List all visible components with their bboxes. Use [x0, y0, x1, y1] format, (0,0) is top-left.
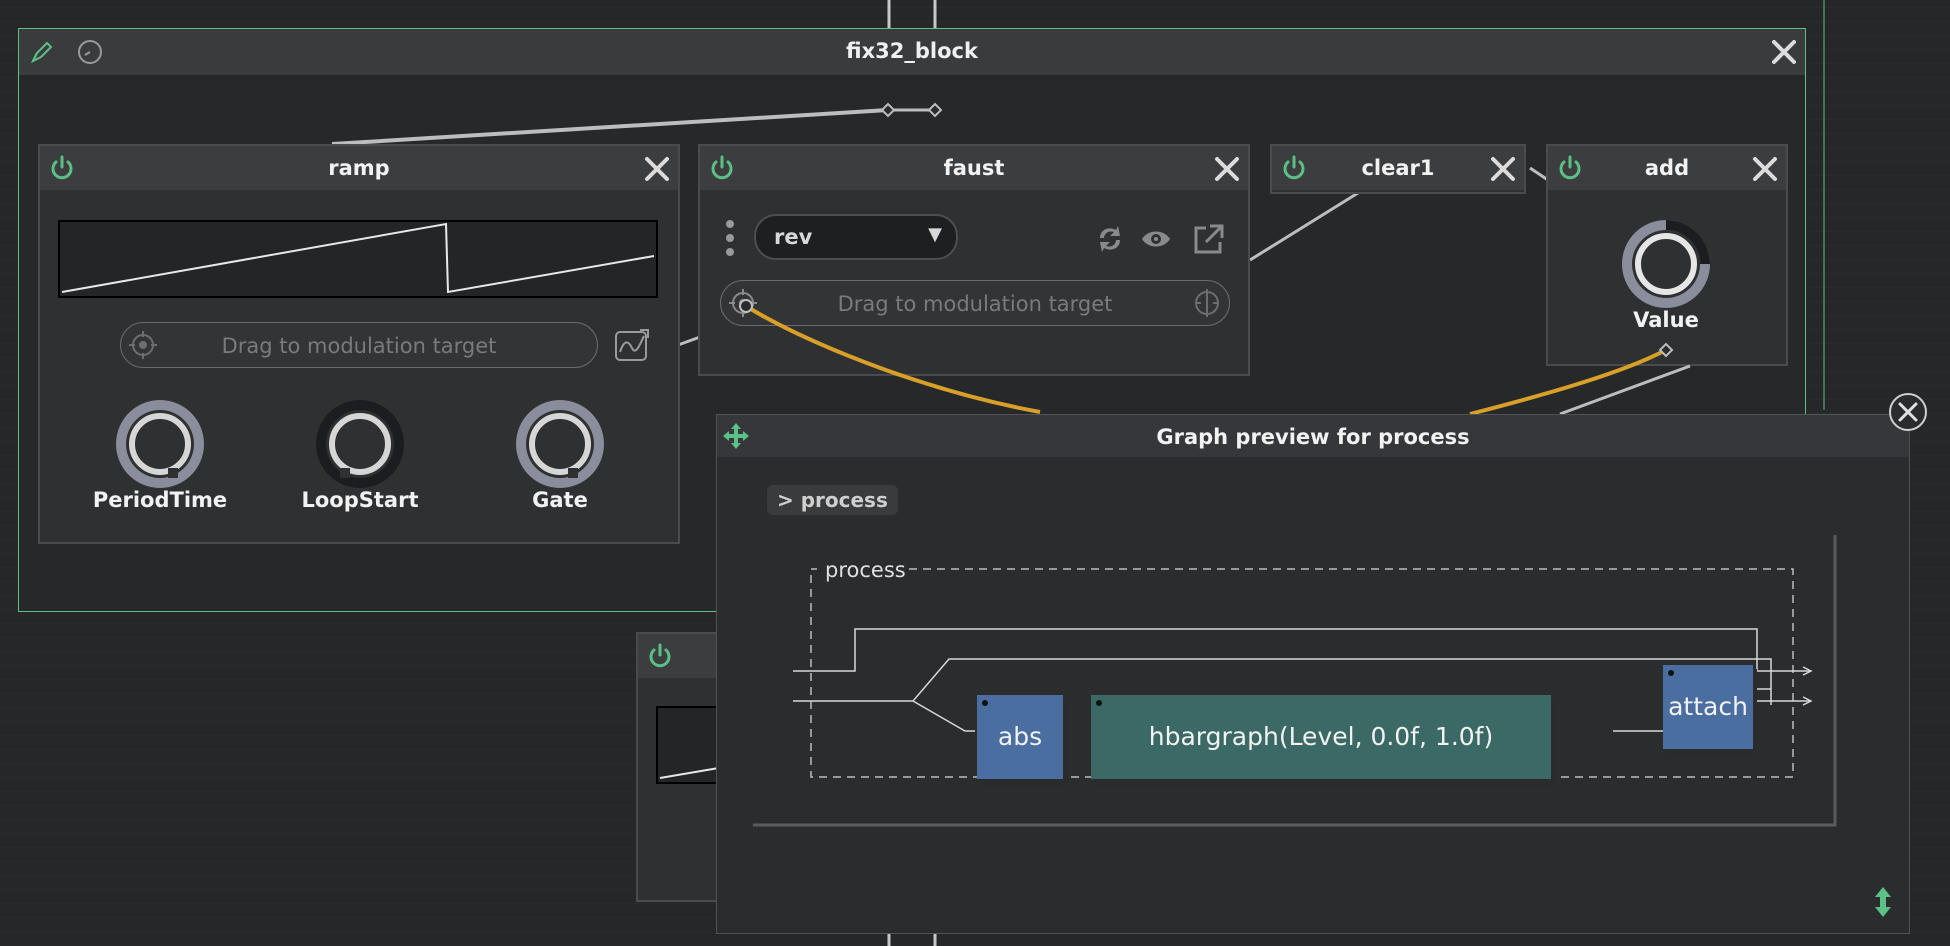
preview-title: Graph preview for process — [1156, 425, 1470, 449]
breadcrumb[interactable]: > process — [767, 485, 898, 515]
hbargraph-label: hbargraph(Level, 0.0f, 1.0f) — [1149, 722, 1493, 751]
process-diagram: process abs hbargraph(Level, 0.0f, 1.0f)… — [753, 535, 1837, 827]
preview-title-bar[interactable]: Graph preview for process — [717, 415, 1909, 457]
preview-close-icon[interactable] — [1888, 392, 1928, 432]
graph-preview-window[interactable]: Graph preview for process > process proc… — [716, 414, 1910, 934]
attach-label: attach — [1668, 692, 1748, 721]
abs-label: abs — [998, 722, 1042, 751]
group-label: process — [825, 558, 906, 582]
resize-vertical-icon[interactable] — [1871, 885, 1895, 919]
